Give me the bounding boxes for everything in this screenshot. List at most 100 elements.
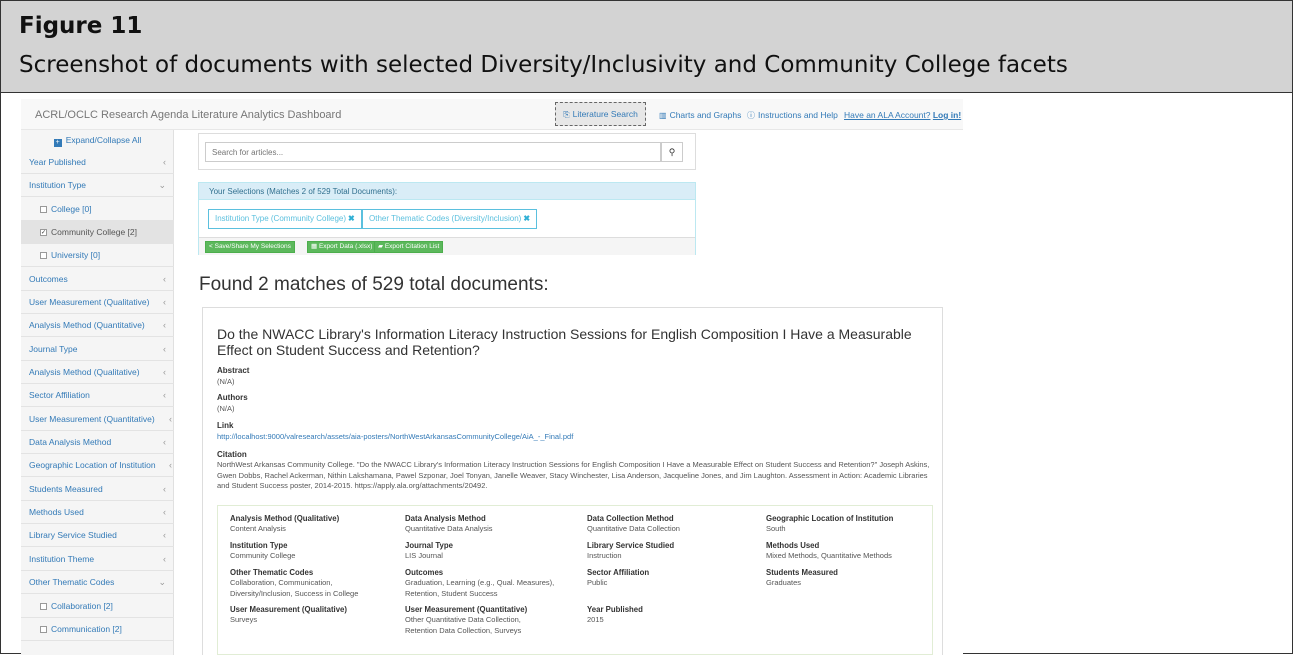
- meta-value: Collaboration, Communication, Diversity/…: [230, 578, 359, 598]
- export-citation-label: Export Citation List: [384, 243, 440, 250]
- top-navbar: ACRL/OCLC Research Agenda Literature Ana…: [21, 99, 963, 130]
- abstract-label: Abstract: [217, 366, 250, 375]
- selection-chip-thematic-codes[interactable]: Other Thematic Codes (Diversity/Inclusio…: [362, 209, 538, 229]
- meta-value: LIS Journal: [405, 551, 443, 560]
- chevron-left-icon: ‹: [169, 460, 172, 470]
- chevron-left-icon: ‹: [163, 320, 166, 330]
- chevron-left-icon: ‹: [163, 437, 166, 447]
- facet-methods-used[interactable]: Methods Used ‹: [21, 501, 174, 524]
- save-share-button[interactable]: < Save/Share My Selections: [205, 241, 295, 253]
- checkbox-icon[interactable]: [40, 603, 47, 610]
- meta-label: Other Thematic Codes: [230, 568, 314, 577]
- meta-value: Mixed Methods, Quantitative Methods: [766, 551, 892, 560]
- document-link[interactable]: http://localhost:9000/valresearch/assets…: [217, 432, 573, 441]
- abstract-value: (N/A): [217, 377, 235, 386]
- facet-sector-affiliation[interactable]: Sector Affiliation ‹: [21, 384, 174, 407]
- results-count: Found 2 matches of 529 total documents:: [199, 274, 549, 295]
- chevron-left-icon: ‹: [163, 344, 166, 354]
- remove-icon[interactable]: ✖: [523, 214, 530, 223]
- dashboard-screenshot: ACRL/OCLC Research Agenda Literature Ana…: [21, 99, 963, 655]
- selections-actions: < Save/Share My Selections ▦ Export Data…: [199, 237, 695, 255]
- nav-charts[interactable]: ▥ Charts and Graphs: [659, 110, 741, 120]
- facet-option-collaboration[interactable]: Collaboration [2]: [21, 595, 174, 618]
- meta-label: Year Published: [587, 605, 643, 614]
- facet-students-measured[interactable]: Students Measured ‹: [21, 478, 174, 501]
- search-input[interactable]: [205, 142, 661, 162]
- chevron-left-icon: ‹: [163, 554, 166, 564]
- meta-label: Data Collection Method: [587, 514, 674, 523]
- document-title: Do the NWACC Library's Information Liter…: [217, 326, 912, 358]
- chevron-left-icon: ‹: [163, 157, 166, 167]
- facet-option-community-college[interactable]: ✓ Community College [2]: [21, 221, 174, 244]
- figure-caption: Screenshot of documents with selected Di…: [19, 52, 1068, 78]
- nav-account[interactable]: Have an ALA Account? Log in!: [844, 110, 961, 120]
- facet-label: Sector Affiliation: [29, 390, 90, 400]
- meta-value: Graduates: [766, 578, 802, 587]
- selections-panel: Your Selections (Matches 2 of 529 Total …: [198, 182, 696, 255]
- facet-label: User Measurement (Qualitative): [29, 297, 150, 307]
- checkbox-icon[interactable]: [40, 626, 47, 633]
- facet-analysis-method-qualitative[interactable]: Analysis Method (Qualitative) ‹: [21, 361, 174, 384]
- search-button[interactable]: ⚲: [661, 142, 683, 162]
- facet-option-communication[interactable]: Communication [2]: [21, 618, 174, 641]
- facet-data-analysis-method[interactable]: Data Analysis Method ‹: [21, 431, 174, 454]
- chevron-left-icon: ‹: [163, 507, 166, 517]
- facet-label: Analysis Method (Qualitative): [29, 367, 140, 377]
- meta-value: Other Quantitative Data Collection, Rete…: [405, 615, 522, 635]
- meta-value: Graduation, Learning (e.g., Qual. Measur…: [405, 578, 555, 598]
- meta-label: Outcomes: [405, 568, 444, 577]
- chevron-left-icon: ‹: [163, 484, 166, 494]
- remove-icon[interactable]: ✖: [348, 214, 355, 223]
- app-brand[interactable]: ACRL/OCLC Research Agenda Literature Ana…: [35, 109, 341, 121]
- meta-label: Analysis Method (Qualitative): [230, 514, 340, 523]
- meta-label: Methods Used: [766, 541, 820, 550]
- graduation-cap-icon: ▰: [378, 243, 385, 250]
- account-prompt[interactable]: Have an ALA Account?: [844, 110, 930, 120]
- bar-chart-icon: ▥: [659, 111, 667, 120]
- save-share-label: Save/Share My Selections: [214, 243, 291, 250]
- checkbox-checked-icon[interactable]: ✓: [40, 229, 47, 236]
- facet-user-measurement-qualitative[interactable]: User Measurement (Qualitative) ‹: [21, 291, 174, 314]
- facet-analysis-method-quantitative[interactable]: Analysis Method (Quantitative) ‹: [21, 314, 174, 337]
- facet-option-college[interactable]: College [0]: [21, 198, 174, 221]
- facet-sidebar: + Expand/Collapse All Year Published ‹ Ins…: [21, 130, 174, 655]
- facet-institution-theme[interactable]: Institution Theme ‹: [21, 548, 174, 571]
- facet-option-university[interactable]: University [0]: [21, 244, 174, 267]
- facet-library-service-studied[interactable]: Library Service Studied ‹: [21, 524, 174, 547]
- facet-label: Institution Type: [29, 180, 87, 190]
- facet-label: Geographic Location of Institution: [29, 460, 156, 470]
- meta-value: 2015: [587, 615, 604, 624]
- nav-literature-search[interactable]: ⎘ Literature Search: [555, 102, 646, 126]
- facet-option-label: Communication [2]: [51, 624, 122, 634]
- expand-collapse-all[interactable]: + Expand/Collapse All: [21, 135, 174, 147]
- facet-label: Year Published: [29, 157, 86, 167]
- facet-year-published[interactable]: Year Published ‹: [21, 151, 174, 174]
- login-link[interactable]: Log in!: [933, 110, 961, 120]
- nav-help[interactable]: ⓘ Instructions and Help: [747, 110, 838, 121]
- facet-user-measurement-quantitative[interactable]: User Measurement (Quantitative) ‹: [21, 408, 174, 431]
- export-data-label: Export Data (.xlsx): [318, 243, 373, 250]
- chip-label: Other Thematic Codes (Diversity/Inclusio…: [369, 214, 522, 223]
- search-page-icon: ⎘: [563, 110, 570, 119]
- export-citation-button[interactable]: ▰ Export Citation List: [374, 241, 444, 253]
- chevron-left-icon: ‹: [163, 274, 166, 284]
- facet-journal-type[interactable]: Journal Type ‹: [21, 338, 174, 361]
- export-data-button[interactable]: ▦ Export Data (.xlsx): [307, 241, 377, 253]
- facet-option-label: College [0]: [51, 204, 92, 214]
- facet-outcomes[interactable]: Outcomes ‹: [21, 268, 174, 291]
- meta-value: Quantitative Data Analysis: [405, 524, 493, 533]
- facet-geographic-location[interactable]: Geographic Location of Institution ‹: [21, 454, 174, 477]
- meta-value: Instruction: [587, 551, 622, 560]
- selections-heading: Your Selections (Matches 2 of 529 Total …: [199, 183, 695, 200]
- checkbox-icon[interactable]: [40, 252, 47, 259]
- facet-label: Other Thematic Codes: [29, 577, 115, 587]
- meta-label: Journal Type: [405, 541, 453, 550]
- plus-square-icon: +: [53, 139, 62, 147]
- facet-institution-type[interactable]: Institution Type ⌄: [21, 174, 174, 197]
- meta-label: Institution Type: [230, 541, 288, 550]
- facet-other-thematic-codes[interactable]: Other Thematic Codes ⌄: [21, 571, 174, 594]
- meta-value: Surveys: [230, 615, 258, 624]
- selection-chip-institution-type[interactable]: Institution Type (Community College) ✖: [208, 209, 362, 229]
- facet-label: User Measurement (Quantitative): [29, 414, 155, 424]
- checkbox-icon[interactable]: [40, 206, 47, 213]
